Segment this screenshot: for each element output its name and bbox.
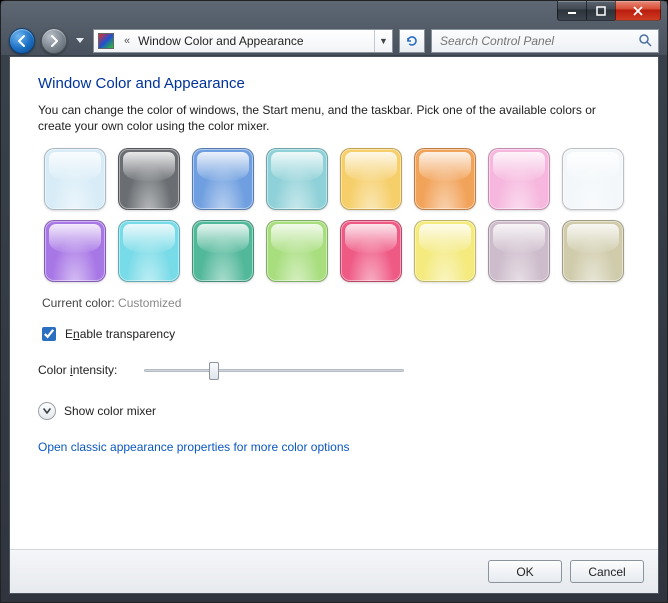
color-swatch-grid	[38, 148, 630, 282]
classic-appearance-link[interactable]: Open classic appearance properties for m…	[38, 440, 630, 454]
color-swatch-lemon[interactable]	[414, 220, 476, 282]
cancel-button[interactable]: Cancel	[570, 560, 644, 583]
color-swatch-pumpkin[interactable]	[414, 148, 476, 210]
refresh-button[interactable]	[399, 29, 425, 53]
color-swatch-lime[interactable]	[266, 220, 328, 282]
chevron-left-icon: «	[118, 35, 136, 47]
close-button[interactable]	[615, 1, 661, 21]
transparency-checkbox[interactable]	[42, 327, 56, 341]
client-area: Window Color and Appearance You can chan…	[9, 56, 659, 594]
color-swatch-blue[interactable]	[192, 148, 254, 210]
current-color-value: Customized	[118, 296, 181, 310]
search-input[interactable]	[438, 33, 638, 49]
page-title: Window Color and Appearance	[38, 75, 630, 92]
recent-pages-dropdown[interactable]	[73, 31, 87, 51]
transparency-label: Enable transparency	[65, 327, 175, 341]
window-frame: « Window Color and Appearance ▼ Window C…	[0, 0, 668, 603]
chevron-down-icon[interactable]	[38, 402, 56, 420]
color-swatch-emerald[interactable]	[192, 220, 254, 282]
color-swatch-blush[interactable]	[488, 148, 550, 210]
personalization-icon	[98, 33, 114, 49]
color-swatch-teal[interactable]	[266, 148, 328, 210]
color-swatch-taupe[interactable]	[562, 220, 624, 282]
intensity-row: Color intensity:	[38, 362, 630, 378]
color-swatch-aqua[interactable]	[118, 220, 180, 282]
current-color-label: Current color:	[42, 296, 115, 310]
color-swatch-sky[interactable]	[44, 148, 106, 210]
intensity-label: Color intensity:	[38, 363, 130, 377]
minimize-button[interactable]	[557, 1, 587, 21]
intensity-slider[interactable]	[144, 362, 404, 378]
color-swatch-graphite[interactable]	[118, 148, 180, 210]
color-mixer-expander[interactable]: Show color mixer	[38, 402, 630, 420]
breadcrumb-label[interactable]: Window Color and Appearance	[136, 34, 305, 48]
slider-track	[144, 369, 404, 372]
back-button[interactable]	[9, 28, 35, 54]
color-swatch-lavender[interactable]	[488, 220, 550, 282]
page-description: You can change the color of windows, the…	[38, 102, 630, 134]
current-color-row: Current color: Customized	[42, 296, 630, 310]
maximize-button[interactable]	[586, 1, 616, 21]
search-icon[interactable]	[638, 33, 652, 50]
content-area: Window Color and Appearance You can chan…	[10, 57, 658, 549]
caption-buttons	[558, 1, 661, 21]
navigation-bar: « Window Color and Appearance ▼	[9, 27, 659, 55]
color-swatch-violet[interactable]	[44, 220, 106, 282]
search-box[interactable]	[431, 29, 659, 53]
address-bar[interactable]: « Window Color and Appearance ▼	[93, 29, 393, 53]
forward-button[interactable]	[41, 28, 67, 54]
transparency-row[interactable]: Enable transparency	[38, 324, 630, 344]
address-history-dropdown[interactable]: ▼	[374, 30, 392, 52]
color-swatch-rose[interactable]	[340, 220, 402, 282]
color-swatch-sun[interactable]	[340, 148, 402, 210]
color-mixer-label: Show color mixer	[64, 404, 156, 418]
dialog-footer: OK Cancel	[10, 549, 658, 593]
color-swatch-frost[interactable]	[562, 148, 624, 210]
slider-thumb[interactable]	[209, 362, 219, 380]
ok-button[interactable]: OK	[488, 560, 562, 583]
